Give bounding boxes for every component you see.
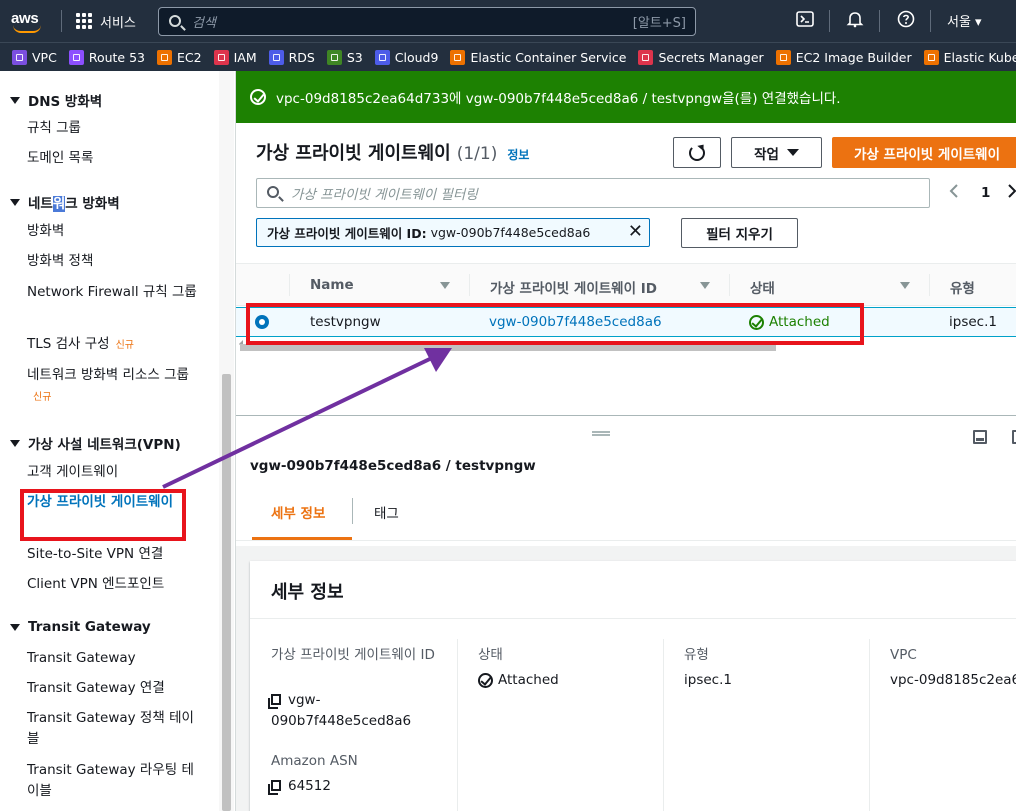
annotation-arrow bbox=[162, 348, 452, 489]
